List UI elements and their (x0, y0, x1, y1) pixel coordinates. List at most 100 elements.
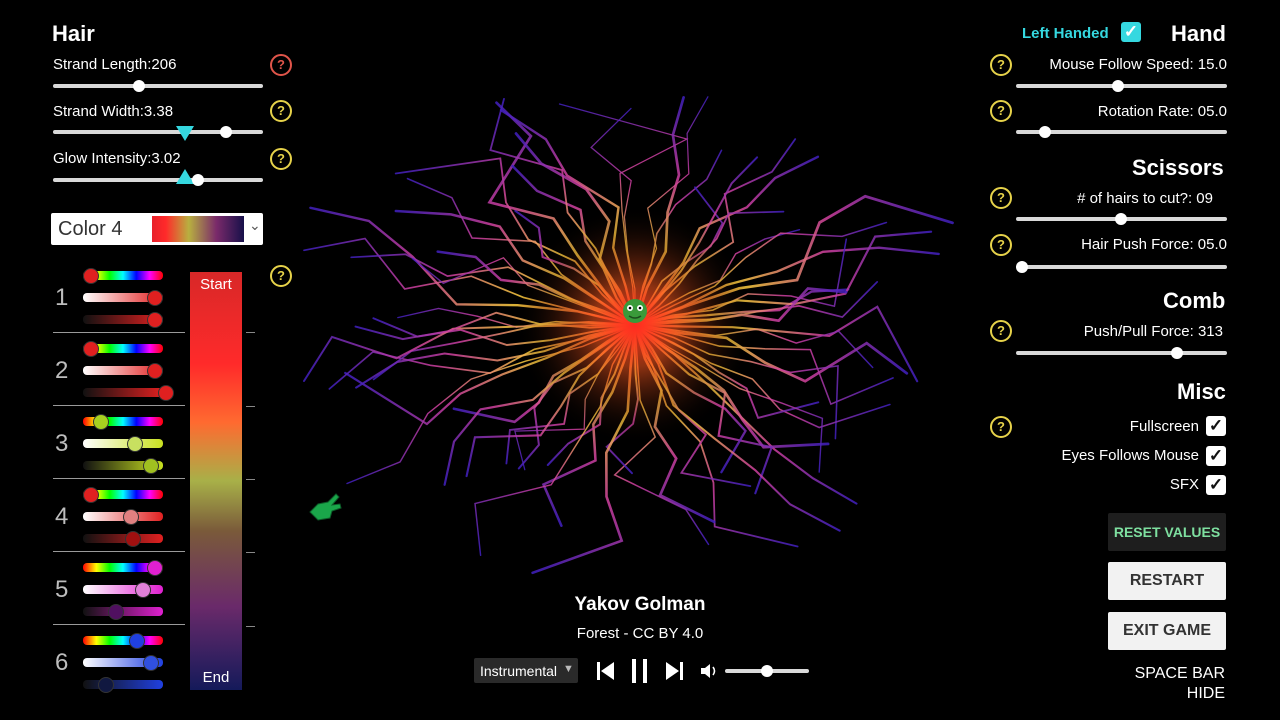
slider-knob[interactable] (129, 633, 145, 649)
volume-slider[interactable] (725, 665, 809, 677)
hue-slider[interactable] (83, 487, 163, 503)
previous-track-icon[interactable] (596, 660, 616, 682)
color-stop-number: 3 (55, 430, 69, 457)
hue-slider[interactable] (83, 268, 163, 284)
saturation-slider[interactable] (83, 290, 163, 306)
hue-slider[interactable] (83, 560, 163, 576)
slider-knob[interactable] (83, 487, 99, 503)
restart-button[interactable]: RESTART (1108, 562, 1226, 600)
rotation-rate-slider[interactable] (1016, 126, 1227, 138)
slider-knob[interactable] (158, 385, 174, 401)
color-preset-dropdown[interactable]: Color 4 ⌄ (51, 213, 263, 245)
glow-intensity-slider[interactable] (53, 169, 263, 186)
hue-slider[interactable] (83, 341, 163, 357)
hair-artwork (303, 96, 954, 575)
reset-values-button[interactable]: RESET VALUES (1108, 513, 1226, 551)
slider-knob[interactable] (220, 126, 232, 138)
gradient-tick (246, 406, 255, 407)
slider-knob[interactable] (1171, 347, 1183, 359)
eyes-follow-checkbox[interactable]: ✓ (1206, 446, 1226, 466)
gradient-end-label: End (202, 669, 230, 686)
strand-width-help-icon[interactable]: ? (270, 100, 292, 122)
push-force-label: Hair Push Force: 05.0 (1081, 236, 1227, 253)
slider-knob[interactable] (108, 604, 124, 620)
slider-knob[interactable] (147, 312, 163, 328)
push-pull-slider[interactable] (1016, 347, 1227, 359)
saturation-slider[interactable] (83, 509, 163, 525)
volume-icon[interactable] (700, 662, 720, 680)
value-slider[interactable] (83, 312, 163, 328)
fullscreen-checkbox[interactable]: ✓ (1206, 416, 1226, 436)
slider-knob[interactable] (143, 655, 159, 671)
misc-section-title: Misc (1177, 379, 1226, 404)
next-track-icon[interactable] (664, 660, 684, 682)
hue-slider[interactable] (83, 414, 163, 430)
gradient-tick (246, 332, 255, 333)
push-force-help-icon[interactable]: ? (990, 234, 1012, 256)
color-preset-swatch (152, 216, 244, 242)
strand-length-slider[interactable] (53, 80, 263, 92)
push-pull-label: Push/Pull Force: 313 (1083, 323, 1223, 340)
slider-knob[interactable] (192, 174, 204, 186)
mouse-follow-slider[interactable] (1016, 80, 1227, 92)
gradient-tick (246, 479, 255, 480)
left-handed-label: Left Handed (1022, 25, 1109, 42)
hand-section-title: Hand (1171, 21, 1226, 46)
saturation-slider[interactable] (83, 436, 163, 452)
slider-knob[interactable] (83, 268, 99, 284)
value-slider[interactable] (83, 458, 163, 474)
comb-section-title: Comb (1163, 288, 1226, 313)
hint-line-2: HIDE (1186, 685, 1225, 702)
row-divider (53, 551, 185, 552)
slider-knob[interactable] (133, 80, 145, 92)
saturation-slider[interactable] (83, 655, 163, 671)
saturation-slider[interactable] (83, 582, 163, 598)
value-slider[interactable] (83, 677, 163, 693)
mouse-follow-help-icon[interactable]: ? (990, 54, 1012, 76)
slider-knob[interactable] (1039, 126, 1051, 138)
value-slider[interactable] (83, 531, 163, 547)
left-handed-checkbox[interactable]: ✓ (1121, 22, 1141, 42)
slider-knob[interactable] (1016, 261, 1028, 273)
slider-knob[interactable] (83, 341, 99, 357)
glow-intensity-help-icon[interactable]: ? (270, 148, 292, 170)
slider-knob[interactable] (143, 458, 159, 474)
slider-knob[interactable] (761, 665, 773, 677)
pause-icon[interactable] (630, 658, 650, 684)
color-stop-number: 5 (55, 576, 69, 603)
chevron-down-icon: ⌄ (249, 217, 261, 233)
row-divider (53, 624, 185, 625)
slider-knob[interactable] (147, 363, 163, 379)
value-slider[interactable] (83, 604, 163, 620)
hue-slider[interactable] (83, 633, 163, 649)
rotation-help-icon[interactable]: ? (990, 100, 1012, 122)
color-stop-number: 2 (55, 357, 69, 384)
slider-knob[interactable] (125, 531, 141, 547)
push-force-slider[interactable] (1016, 261, 1227, 273)
value-slider[interactable] (83, 385, 174, 401)
exit-game-button[interactable]: EXIT GAME (1108, 612, 1226, 650)
music-mode-dropdown[interactable]: Instrumental ▼ (474, 658, 578, 683)
mouse-follow-label: Mouse Follow Speed: 15.0 (1049, 56, 1227, 73)
slider-knob[interactable] (147, 290, 163, 306)
slider-knob[interactable] (123, 509, 139, 525)
slider-knob[interactable] (127, 436, 143, 452)
hide-hint: SPACE BAR HIDE (1100, 664, 1225, 704)
default-marker-icon (176, 126, 194, 141)
strand-length-help-icon[interactable]: ? (270, 54, 292, 76)
colors-help-icon[interactable]: ? (270, 265, 292, 287)
slider-knob[interactable] (1115, 213, 1127, 225)
slider-knob[interactable] (98, 677, 114, 693)
slider-knob[interactable] (93, 414, 109, 430)
saturation-slider[interactable] (83, 363, 163, 379)
hairs-to-cut-help-icon[interactable]: ? (990, 187, 1012, 209)
music-track: Forest - CC BY 4.0 (576, 625, 704, 642)
strand-width-slider[interactable] (53, 126, 263, 141)
dropdown-arrow-icon: ▼ (563, 663, 574, 675)
slider-knob[interactable] (147, 560, 163, 576)
sfx-checkbox[interactable]: ✓ (1206, 475, 1226, 495)
push-pull-help-icon[interactable]: ? (990, 320, 1012, 342)
hairs-to-cut-slider[interactable] (1016, 213, 1227, 225)
slider-knob[interactable] (135, 582, 151, 598)
slider-knob[interactable] (1112, 80, 1124, 92)
